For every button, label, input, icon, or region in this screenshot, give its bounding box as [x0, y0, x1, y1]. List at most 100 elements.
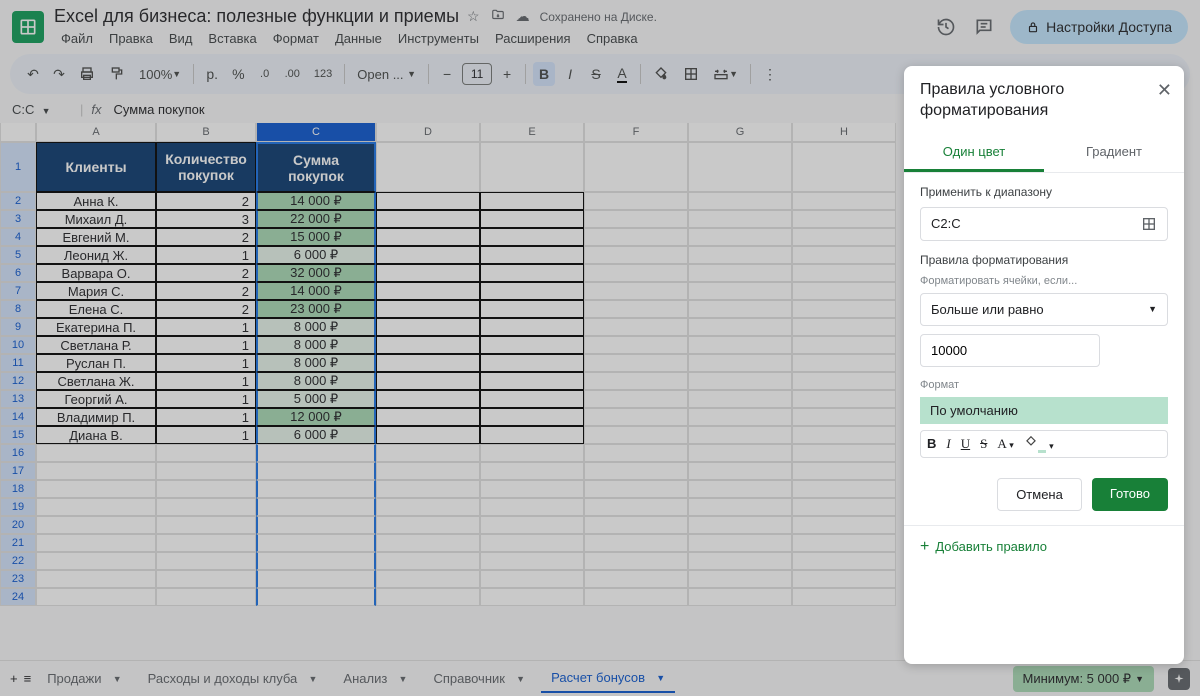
- font-size-decrease[interactable]: −: [436, 62, 458, 86]
- cell[interactable]: 1: [156, 372, 256, 390]
- row-header[interactable]: 7: [0, 282, 36, 300]
- col-header[interactable]: F: [584, 123, 688, 142]
- underline-button[interactable]: U: [961, 436, 970, 452]
- increase-decimals-button[interactable]: .00: [280, 64, 305, 84]
- cell[interactable]: 8 000 ₽: [256, 354, 376, 372]
- move-icon[interactable]: [490, 8, 506, 25]
- col-header[interactable]: E: [480, 123, 584, 142]
- cell[interactable]: Евгений М.: [36, 228, 156, 246]
- row-header[interactable]: 16: [0, 444, 36, 462]
- more-toolbar-button[interactable]: ⋮: [758, 62, 782, 87]
- star-icon[interactable]: ☆: [467, 8, 480, 25]
- cell[interactable]: Георгий А.: [36, 390, 156, 408]
- row-header[interactable]: 12: [0, 372, 36, 390]
- cell[interactable]: 14 000 ₽: [256, 192, 376, 210]
- sheet-tab[interactable]: Анализ ▼: [333, 664, 417, 693]
- row-header[interactable]: 4: [0, 228, 36, 246]
- menu-Инструменты[interactable]: Инструменты: [391, 29, 486, 48]
- text-color-button[interactable]: A: [611, 61, 633, 87]
- all-sheets-button[interactable]: ≡: [24, 671, 32, 686]
- strike-button[interactable]: S: [585, 62, 607, 86]
- row-header[interactable]: 19: [0, 498, 36, 516]
- cell[interactable]: 2: [156, 282, 256, 300]
- range-input[interactable]: C2:C: [920, 207, 1168, 241]
- row-header[interactable]: 15: [0, 426, 36, 444]
- merge-button[interactable]: ▼: [708, 62, 743, 86]
- font-size-input[interactable]: 11: [462, 63, 492, 85]
- row-header[interactable]: 14: [0, 408, 36, 426]
- font-size-increase[interactable]: +: [496, 62, 518, 86]
- row-header[interactable]: 5: [0, 246, 36, 264]
- comment-icon[interactable]: [972, 15, 996, 39]
- cell[interactable]: 14 000 ₽: [256, 282, 376, 300]
- row-header[interactable]: 11: [0, 354, 36, 372]
- cell[interactable]: 1: [156, 318, 256, 336]
- sheets-logo[interactable]: [12, 11, 44, 43]
- row-header[interactable]: 24: [0, 588, 36, 606]
- row-header[interactable]: 1: [0, 142, 36, 192]
- close-icon[interactable]: ✕: [1157, 80, 1172, 101]
- select-all[interactable]: [0, 123, 36, 142]
- cell[interactable]: 3: [156, 210, 256, 228]
- percent-button[interactable]: %: [227, 62, 249, 86]
- add-sheet-button[interactable]: +: [10, 671, 18, 686]
- cell[interactable]: Владимир П.: [36, 408, 156, 426]
- menu-Расширения[interactable]: Расширения: [488, 29, 578, 48]
- condition-select[interactable]: Больше или равно▼: [920, 293, 1168, 326]
- row-header[interactable]: 23: [0, 570, 36, 588]
- cell[interactable]: 23 000 ₽: [256, 300, 376, 318]
- cell[interactable]: 1: [156, 426, 256, 444]
- menu-Вид[interactable]: Вид: [162, 29, 200, 48]
- cell[interactable]: 8 000 ₽: [256, 336, 376, 354]
- redo-button[interactable]: ↷: [48, 62, 70, 87]
- cell[interactable]: 2: [156, 264, 256, 282]
- menu-Файл[interactable]: Файл: [54, 29, 100, 48]
- sheet-tab[interactable]: Справочник ▼: [423, 664, 535, 693]
- add-rule-button[interactable]: +Добавить правило: [904, 525, 1184, 568]
- cell[interactable]: 12 000 ₽: [256, 408, 376, 426]
- cell[interactable]: 1: [156, 336, 256, 354]
- cell[interactable]: Анна К.: [36, 192, 156, 210]
- col-header[interactable]: A: [36, 123, 156, 142]
- cell[interactable]: Елена С.: [36, 300, 156, 318]
- row-header[interactable]: 17: [0, 462, 36, 480]
- italic-button[interactable]: I: [946, 436, 950, 452]
- header-cell[interactable]: Количество покупок: [156, 142, 256, 192]
- cell[interactable]: Михаил Д.: [36, 210, 156, 228]
- row-header[interactable]: 10: [0, 336, 36, 354]
- cell[interactable]: Леонид Ж.: [36, 246, 156, 264]
- row-header[interactable]: 8: [0, 300, 36, 318]
- cell[interactable]: 5 000 ₽: [256, 390, 376, 408]
- cell[interactable]: 1: [156, 246, 256, 264]
- font-select[interactable]: Open ... ▼: [352, 63, 421, 86]
- cell[interactable]: 6 000 ₽: [256, 246, 376, 264]
- row-header[interactable]: 6: [0, 264, 36, 282]
- print-button[interactable]: [74, 62, 100, 86]
- menu-Правка[interactable]: Правка: [102, 29, 160, 48]
- cell[interactable]: 6 000 ₽: [256, 426, 376, 444]
- cell[interactable]: Мария С.: [36, 282, 156, 300]
- cancel-button[interactable]: Отмена: [997, 478, 1082, 511]
- formula-bar[interactable]: Сумма покупок: [114, 102, 205, 117]
- cell[interactable]: 2: [156, 300, 256, 318]
- col-header[interactable]: D: [376, 123, 480, 142]
- decrease-decimals-button[interactable]: .0: [254, 64, 276, 84]
- cell[interactable]: 8 000 ₽: [256, 372, 376, 390]
- tab-single-color[interactable]: Один цвет: [904, 134, 1044, 172]
- bold-button[interactable]: B: [927, 436, 936, 451]
- col-header[interactable]: C: [256, 123, 376, 142]
- row-header[interactable]: 13: [0, 390, 36, 408]
- row-header[interactable]: 20: [0, 516, 36, 534]
- col-header[interactable]: B: [156, 123, 256, 142]
- sheet-tab[interactable]: Продажи ▼: [37, 664, 131, 693]
- done-button[interactable]: Готово: [1092, 478, 1168, 511]
- condition-value-input[interactable]: [920, 334, 1100, 367]
- cell[interactable]: Руслан П.: [36, 354, 156, 372]
- share-button[interactable]: Настройки Доступа: [1010, 10, 1188, 44]
- strike-button[interactable]: S: [980, 436, 987, 452]
- row-header[interactable]: 2: [0, 192, 36, 210]
- borders-button[interactable]: [678, 62, 704, 86]
- cell[interactable]: 1: [156, 354, 256, 372]
- cell[interactable]: 1: [156, 408, 256, 426]
- cell[interactable]: Светлана Р.: [36, 336, 156, 354]
